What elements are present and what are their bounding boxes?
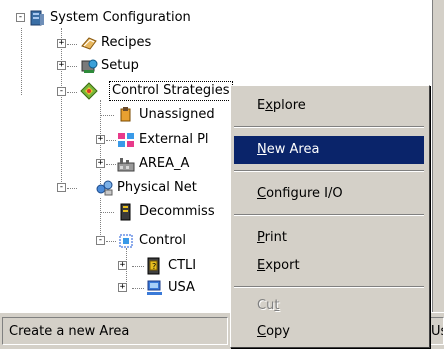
- tree-item-decommissioned[interactable]: Decommiss: [137, 203, 233, 221]
- tree-line: [61, 28, 62, 188]
- expand-toggle[interactable]: +: [57, 61, 66, 70]
- recipes-icon: [80, 34, 98, 52]
- tree-line: [132, 266, 144, 267]
- control-strategies-icon: [80, 82, 98, 100]
- context-menu: Explore New Area Configure I/O Print Exp…: [230, 85, 430, 348]
- menu-item-cut: Cut: [257, 298, 280, 313]
- tree-item-recipes[interactable]: Recipes: [99, 34, 153, 52]
- menu-item-copy[interactable]: Copy: [234, 318, 424, 346]
- tree-line: [67, 188, 77, 189]
- expand-toggle[interactable]: +: [96, 159, 105, 168]
- tree-item-unassigned[interactable]: Unassigned: [137, 106, 233, 124]
- control-network-icon: [117, 232, 135, 250]
- tree-item-control-network[interactable]: Control: [137, 232, 233, 250]
- menu-separator: [234, 286, 424, 288]
- setup-icon: [80, 57, 98, 75]
- menu-item-explore[interactable]: Explore: [234, 92, 424, 120]
- menu-separator: [234, 126, 424, 128]
- status-message: Create a new Area: [2, 317, 228, 345]
- expand-toggle[interactable]: +: [118, 283, 127, 292]
- expand-toggle[interactable]: +: [96, 135, 105, 144]
- controller-icon: ?: [146, 257, 164, 275]
- menu-item-configure-io[interactable]: Configure I/O: [234, 180, 424, 208]
- external-plant-icon: [117, 131, 135, 149]
- tree-item-ctli[interactable]: CTLI: [166, 257, 233, 275]
- tree-line: [132, 288, 144, 289]
- workstation-icon: [146, 279, 164, 297]
- tree-line: [106, 140, 116, 141]
- menu-item-new-area[interactable]: New Area: [234, 136, 424, 164]
- menu-separator: [234, 170, 424, 172]
- status-right-pane: Use: [430, 317, 444, 345]
- tree-item-control-strategies[interactable]: Control Strategies: [109, 81, 233, 101]
- menu-separator: [234, 214, 424, 216]
- tree-scrollbar[interactable]: [432, 0, 444, 312]
- physical-network-icon: [96, 179, 114, 197]
- menu-item-export[interactable]: Export: [234, 252, 424, 280]
- area-icon: [117, 155, 135, 173]
- tree-line: [67, 44, 77, 45]
- tree-line: [100, 115, 114, 116]
- menu-item-print[interactable]: Print: [234, 224, 424, 252]
- tree-item-external-plant[interactable]: External Pl: [137, 131, 233, 149]
- tree-item-area-a[interactable]: AREA_A: [137, 155, 191, 173]
- system-configuration-icon: [28, 9, 46, 27]
- tree-line: [106, 164, 116, 165]
- expand-toggle[interactable]: +: [118, 261, 127, 270]
- tree-item-usa[interactable]: USA: [166, 279, 233, 297]
- collapse-toggle[interactable]: -: [16, 13, 25, 22]
- expand-toggle[interactable]: +: [57, 39, 66, 48]
- unassigned-icon: [117, 106, 135, 124]
- tree-item-setup[interactable]: Setup: [99, 57, 141, 75]
- collapse-toggle[interactable]: -: [57, 87, 66, 96]
- decommissioned-icon: [117, 203, 135, 221]
- tree-item-physical-network[interactable]: Physical Net: [115, 179, 233, 197]
- tree-line: [67, 66, 77, 67]
- tree-line: [67, 92, 77, 93]
- tree-item-system-configuration[interactable]: System Configuration: [48, 9, 193, 27]
- collapse-toggle[interactable]: -: [57, 183, 66, 192]
- tree-line: [106, 241, 116, 242]
- tree-line: [21, 28, 22, 95]
- collapse-toggle[interactable]: -: [96, 236, 105, 245]
- tree-line: [100, 212, 114, 213]
- svg-text:?: ?: [152, 262, 156, 271]
